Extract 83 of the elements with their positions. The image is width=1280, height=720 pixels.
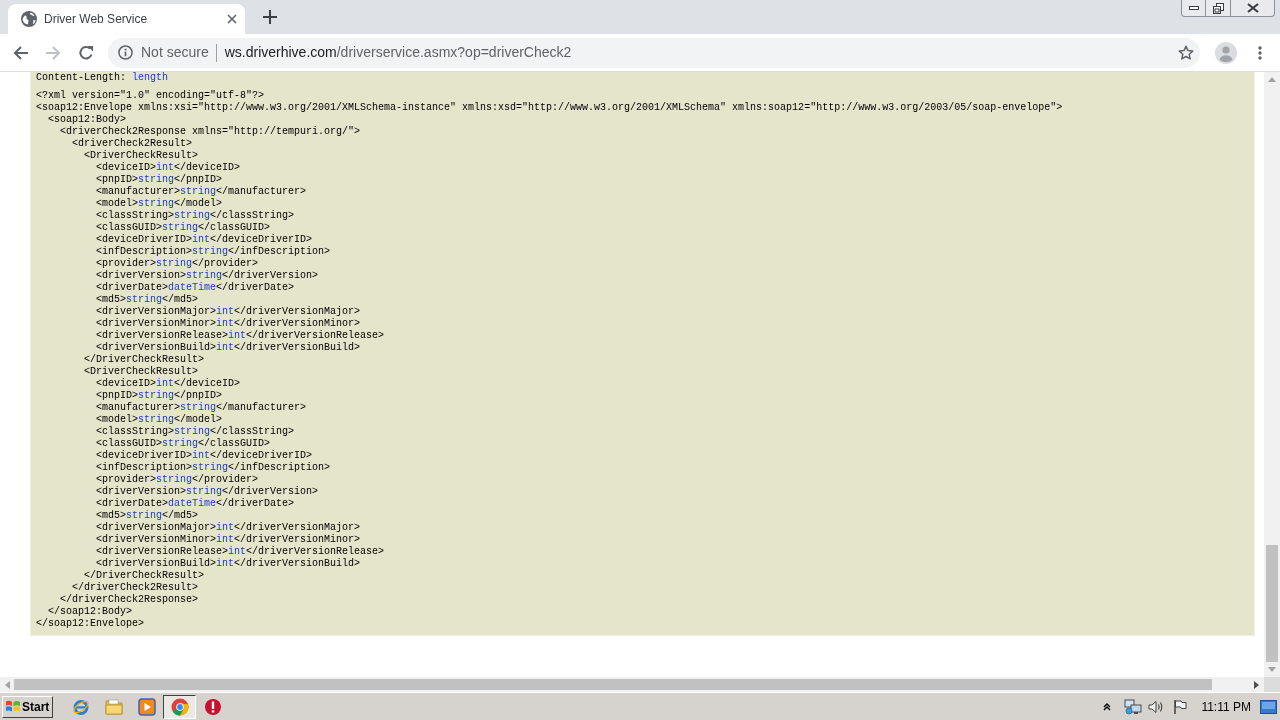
- code-line: Content-Length: length: [36, 72, 169, 84]
- close-button[interactable]: [1231, 0, 1275, 17]
- globe-icon: [21, 11, 37, 27]
- close-icon: [1246, 3, 1259, 13]
- code-line: <driverVersionMajor>int</driverVersionMajor>: [96, 522, 361, 534]
- minimize-icon: [1188, 6, 1199, 10]
- code-line: </driverCheck2Response>: [60, 594, 199, 606]
- restore-icon: [1212, 2, 1224, 14]
- reload-icon[interactable]: [78, 44, 94, 61]
- stop-sign-icon[interactable]: [203, 697, 222, 716]
- minimize-button[interactable]: [1181, 0, 1206, 17]
- windows-logo-icon: [5, 699, 21, 714]
- code-line: <infDescription>string</infDescription>: [96, 462, 331, 474]
- scrollbar-thumb[interactable]: [14, 679, 1212, 690]
- code-line: <deviceID>int</deviceID>: [96, 378, 241, 390]
- code-line: </driverCheck2Result>: [72, 582, 199, 594]
- show-desktop-icon[interactable]: [1260, 699, 1277, 714]
- code-line: <pnpID>string</pnpID>: [96, 390, 223, 402]
- code-line: <model>string</model>: [96, 414, 223, 426]
- code-line: </soap12:Body>: [48, 606, 132, 618]
- code-line: <driverDate>dateTime</driverDate>: [96, 498, 295, 510]
- code-line: </soap12:Envelope>: [36, 618, 145, 630]
- browser-tab[interactable]: Driver Web Service: [8, 4, 245, 34]
- code-line: <driverDate>dateTime</driverDate>: [96, 282, 295, 294]
- code-line: <driverVersionRelease>int</driverVersionRelease>: [96, 546, 385, 558]
- code-line: <manufacturer>string</manufacturer>: [96, 402, 307, 414]
- code-line: <?xml version="1.0" encoding="utf-8"?>: [36, 90, 265, 102]
- scrollbar-thumb[interactable]: [1266, 545, 1278, 662]
- code-line: <classGUID>string</classGUID>: [96, 438, 271, 450]
- clock-text[interactable]: 11:11 PM: [1201, 697, 1251, 716]
- code-line: <pnpID>string</pnpID>: [96, 174, 223, 186]
- code-line: <classGUID>string</classGUID>: [96, 222, 271, 234]
- restore-button[interactable]: [1206, 0, 1231, 17]
- code-line: <driverVersionRelease>int</driverVersionRelease>: [96, 330, 385, 342]
- close-icon[interactable]: [227, 14, 237, 24]
- code-line: </DriverCheckResult>: [84, 354, 205, 366]
- network-icon[interactable]: [1124, 698, 1143, 715]
- code-line: <driverCheck2Response xmlns="http://tempuri.org/">: [60, 126, 361, 138]
- code-line: <classString>string</classString>: [96, 210, 295, 222]
- code-line: <infDescription>string</infDescription>: [96, 246, 331, 258]
- back-arrow-icon[interactable]: [13, 44, 29, 61]
- horizontal-scrollbar[interactable]: [0, 677, 1264, 692]
- taskbar-button[interactable]: [163, 694, 196, 719]
- code-line: <md5>string</md5>: [96, 294, 199, 306]
- code-line: <driverCheck2Result>: [72, 138, 193, 150]
- code-line: <provider>string</provider>: [96, 258, 259, 270]
- menu-icon[interactable]: [1258, 45, 1262, 60]
- code-line: <driverVersionBuild>int</driverVersionBuild>: [96, 558, 361, 570]
- url-text: ws.driverhive.com/driverservice.asmx?op=driverCheck2: [224, 43, 572, 62]
- address-bar[interactable]: Not secure ws.driverhive.com/driverservice.asmx?op=driverCheck2: [108, 37, 1200, 68]
- code-line: <classString>string</classString>: [96, 426, 295, 438]
- code-line: <driverVersionMinor>int</driverVersionMinor>: [96, 534, 361, 546]
- code-line: <DriverCheckResult>: [84, 366, 199, 378]
- code-line: <md5>string</md5>: [96, 510, 199, 522]
- info-icon[interactable]: [118, 45, 133, 60]
- code-line: <driverVersion>string</driverVersion>: [96, 486, 319, 498]
- code-line: <deviceDriverID>int</deviceDriverID>: [96, 450, 313, 462]
- code-line: <soap12:Body>: [48, 114, 126, 126]
- chevron-up-icon[interactable]: [1103, 702, 1112, 711]
- plus-icon[interactable]: [263, 10, 277, 24]
- code-line: <deviceDriverID>int</deviceDriverID>: [96, 234, 313, 246]
- scrollbar-corner: [1264, 677, 1280, 692]
- code-line: <manufacturer>string</manufacturer>: [96, 186, 307, 198]
- scroll-right-icon[interactable]: [1254, 680, 1259, 689]
- code-line: <soap12:Envelope xmlns:xsi="http://www.w3.org/2001/XMLSchema-instance" xmlns:xsd="http://www.w3.org/2001/XMLSchema" xmlns:soap12="http://www.w3.org/2003/05/soap-envelope">: [36, 102, 1063, 114]
- vertical-scrollbar[interactable]: [1264, 72, 1280, 677]
- code-line: <DriverCheckResult>: [84, 150, 199, 162]
- code-line: <driverVersion>string</driverVersion>: [96, 270, 319, 282]
- code-line: <model>string</model>: [96, 198, 223, 210]
- code-line: <driverVersionMajor>int</driverVersionMajor>: [96, 306, 361, 318]
- start-button[interactable]: Start: [2, 695, 53, 718]
- code-line: <deviceID>int</deviceID>: [96, 162, 241, 174]
- e-logo-icon[interactable]: [71, 697, 90, 716]
- code-line: <driverVersionMinor>int</driverVersionMinor>: [96, 318, 361, 330]
- flag-icon[interactable]: [1173, 699, 1188, 714]
- browser-icon[interactable]: [170, 697, 189, 716]
- star-icon[interactable]: [1178, 44, 1194, 61]
- code-line: <driverVersionBuild>int</driverVersionBuild>: [96, 342, 361, 354]
- security-label: Not secure: [141, 43, 209, 62]
- code-line: </DriverCheckResult>: [84, 570, 205, 582]
- volume-icon[interactable]: [1148, 699, 1165, 714]
- media-player-icon[interactable]: [137, 697, 156, 716]
- code-line: <provider>string</provider>: [96, 474, 259, 486]
